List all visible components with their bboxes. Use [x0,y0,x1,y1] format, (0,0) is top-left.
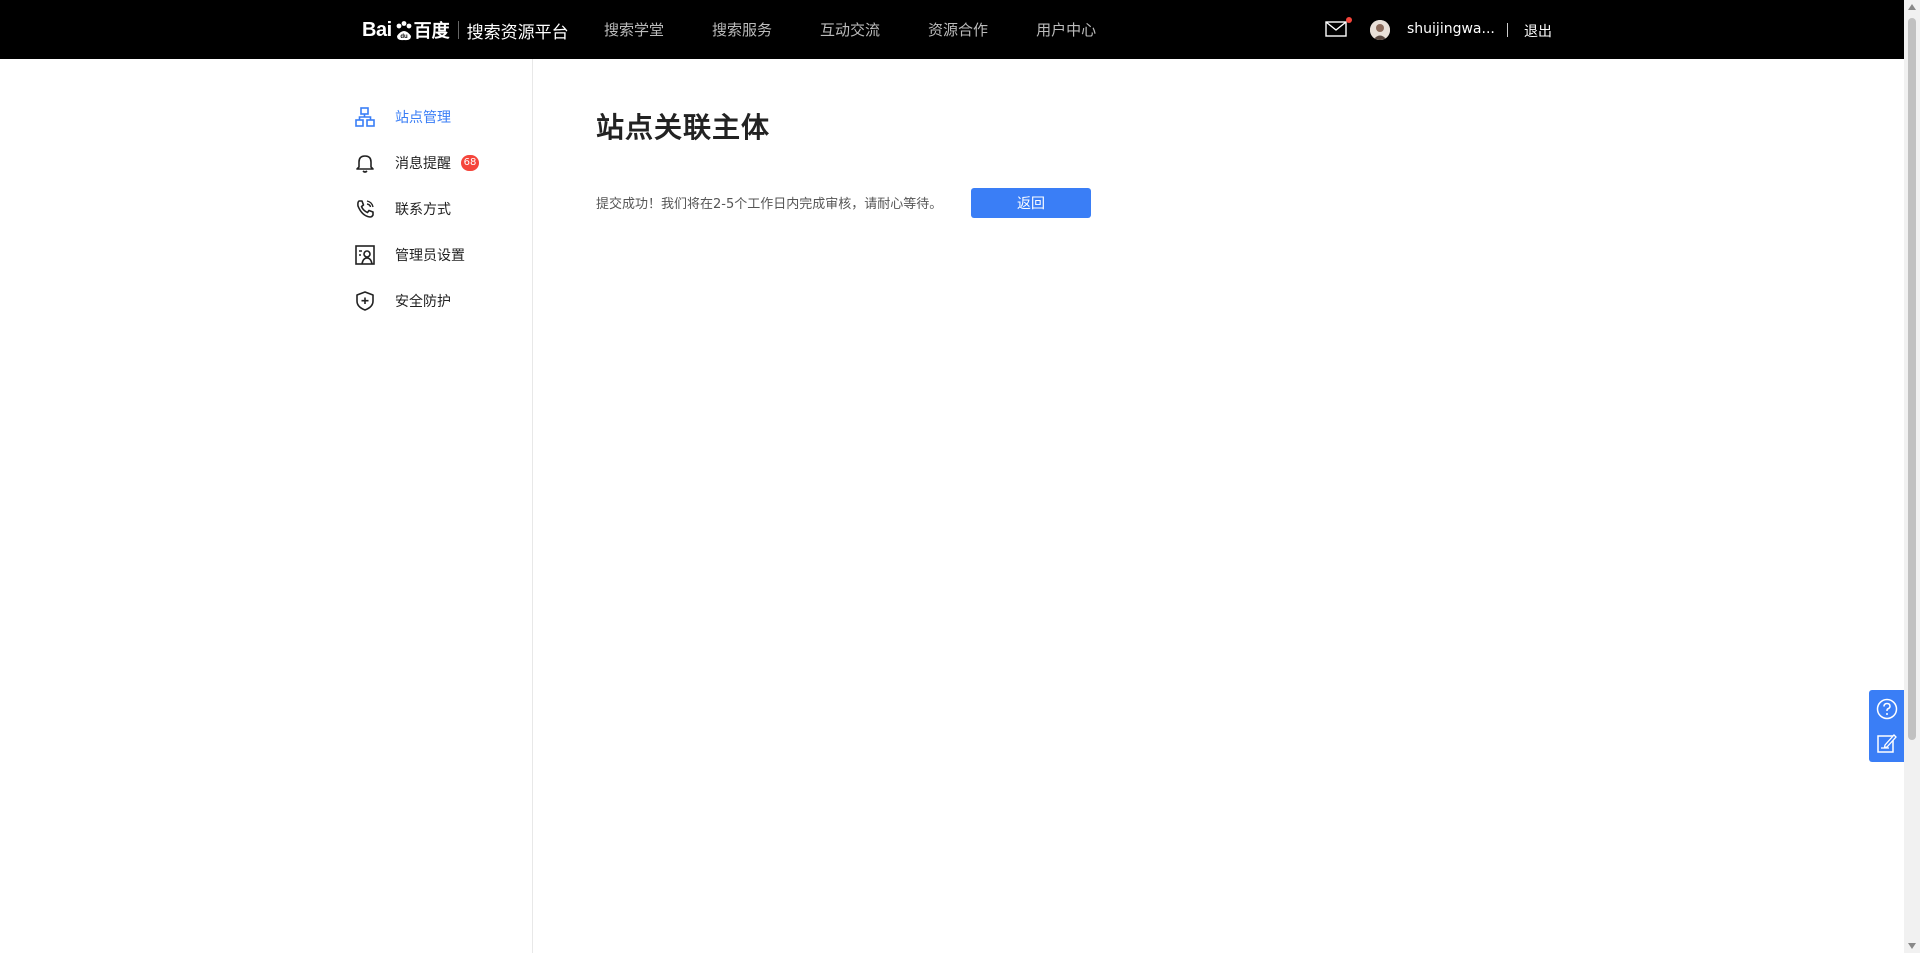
logout-link[interactable]: 退出 [1524,21,1552,41]
nav-item-search-service[interactable]: 搜索服务 [712,19,772,40]
sidebar-item-label: 站点管理 [395,110,451,126]
baidu-logo[interactable]: Bai du 百度 搜索资源平台 [362,14,569,46]
svg-text:du: du [400,34,408,40]
mail-icon[interactable] [1325,21,1347,37]
logo-divider [457,21,459,39]
sidebar-item-site-management[interactable]: 站点管理 [354,105,451,129]
sitemap-icon [354,106,376,128]
sidebar-item-admin-settings[interactable]: 管理员设置 [354,243,465,267]
vertical-scrollbar[interactable] [1904,0,1920,953]
nav-item-interaction[interactable]: 互动交流 [820,19,880,40]
bell-icon [354,152,376,174]
sidebar-item-message-reminder[interactable]: 消息提醒 68 [354,151,479,175]
username[interactable]: shuijingwa... [1407,21,1495,37]
help-icon[interactable] [1875,697,1899,721]
nav-item-search-academy[interactable]: 搜索学堂 [604,19,664,40]
paw-icon: du [393,20,413,41]
top-navigation-bar: Bai du 百度 搜索资源平台 搜索学堂 搜索服务 互动交流 资源合作 用户中… [0,0,1904,59]
nav-item-user-center[interactable]: 用户中心 [1036,19,1096,40]
sidebar-item-label: 安全防护 [395,294,451,310]
header-divider [1507,23,1508,37]
unread-dot [1346,17,1352,23]
main-nav: 搜索学堂 搜索服务 互动交流 资源合作 用户中心 [604,0,1144,59]
platform-name: 搜索资源平台 [466,22,569,43]
unread-count-badge: 68 [461,155,479,171]
scrollbar-thumb[interactable] [1908,18,1916,740]
sidebar-item-label: 管理员设置 [395,248,465,264]
sidebar-item-label: 联系方式 [395,202,451,218]
sidebar: 站点管理 消息提醒 68 联系方式 管理员设置 安全防护 [0,59,533,953]
logo-du-text: 百度 [413,21,450,42]
sidebar-item-contact[interactable]: 联系方式 [354,197,451,221]
scroll-down-arrow-icon[interactable] [1908,943,1916,949]
sidebar-item-security[interactable]: 安全防护 [354,289,451,313]
scroll-up-arrow-icon[interactable] [1908,4,1916,10]
avatar[interactable] [1370,20,1390,40]
sidebar-item-label: 消息提醒 [395,156,451,172]
floating-toolbar [1869,690,1904,762]
nav-item-resource-cooperation[interactable]: 资源合作 [928,19,988,40]
phone-icon [354,198,376,220]
shield-icon [354,290,376,312]
logo-bai-text: Bai [362,18,392,41]
feedback-edit-icon[interactable] [1875,731,1899,755]
back-button[interactable]: 返回 [971,188,1091,218]
submit-success-message: 提交成功！我们将在2-5个工作日内完成审核，请耐心等待。 [596,197,943,212]
admin-icon [354,244,376,266]
page-title: 站点关联主体 [596,111,771,144]
